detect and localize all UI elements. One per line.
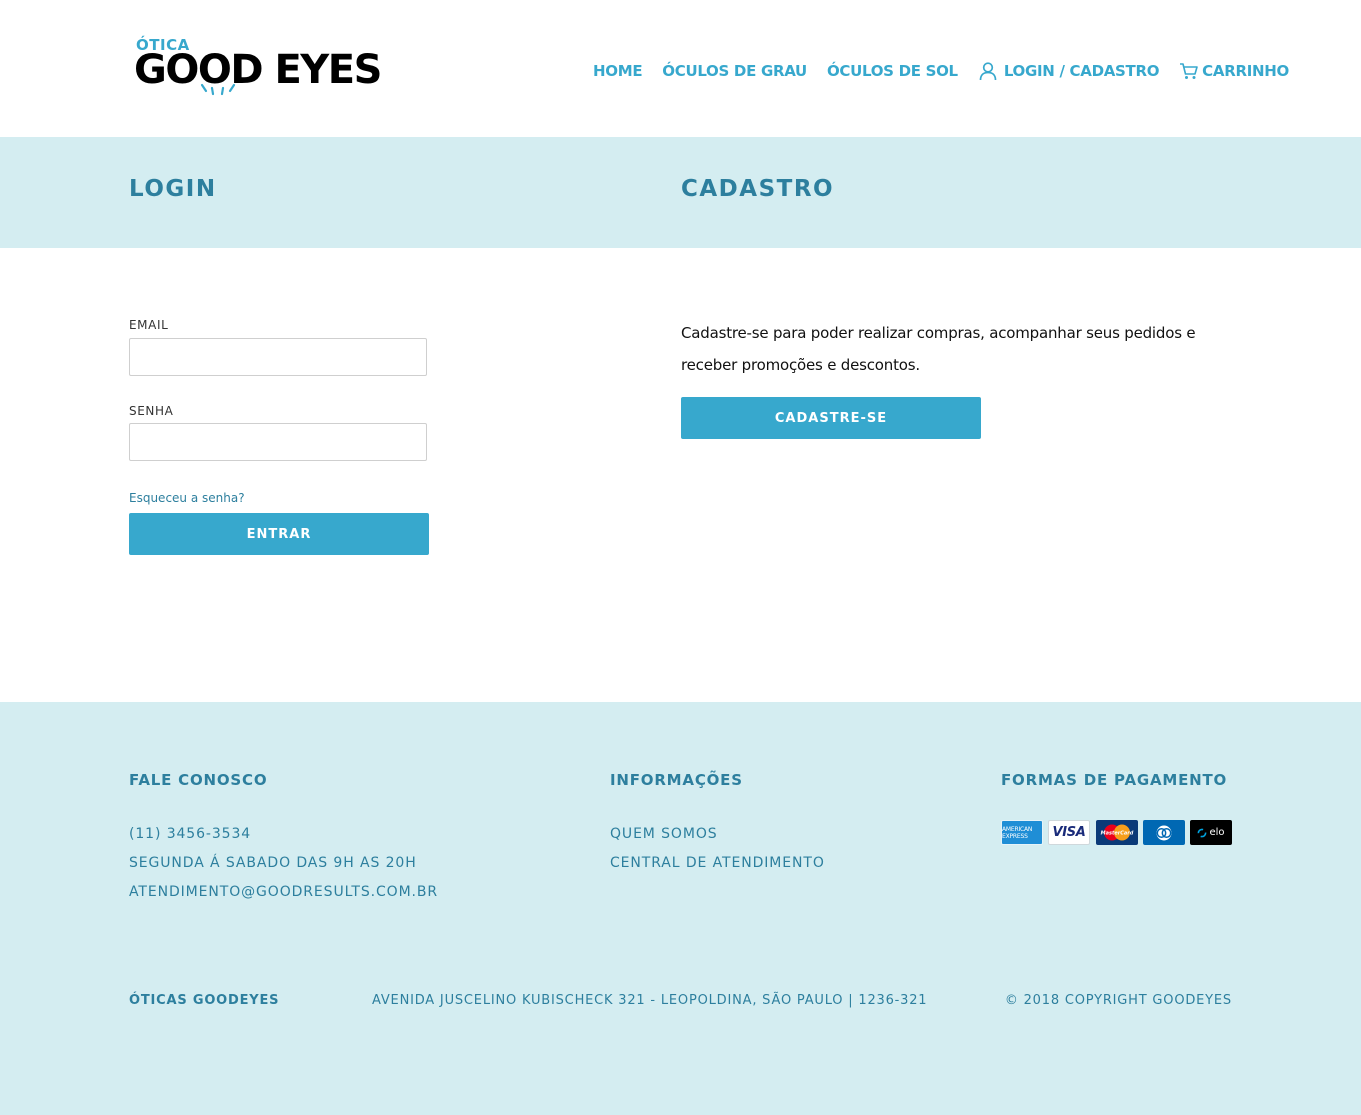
entrar-button[interactable]: ENTRAR: [129, 513, 429, 555]
cadastre-se-button[interactable]: CADASTRE-SE: [681, 397, 981, 439]
main-nav: HOME ÓCULOS DE GRAU ÓCULOS DE SOL LOGIN …: [593, 60, 1289, 82]
footer-copyright: © 2018 COPYRIGHT GOODEYES: [1004, 993, 1232, 1008]
diners-logo-icon: [1156, 825, 1172, 840]
nav-oculos-de-grau[interactable]: ÓCULOS DE GRAU: [662, 62, 807, 80]
footer-hours: SEGUNDA Á SABADO DAS 9H AS 20H: [129, 855, 417, 871]
nav-carrinho[interactable]: CARRINHO: [1179, 61, 1289, 81]
logo[interactable]: GOOD EYES: [134, 48, 382, 92]
email-field[interactable]: [129, 338, 427, 376]
password-label: SENHA: [129, 404, 174, 418]
cart-icon: [1180, 63, 1198, 79]
nav-login-cadastro-label: LOGIN / CADASTRO: [1003, 62, 1160, 80]
footer-email-link[interactable]: ATENDIMENTO@GOODRESULTS.COM.BR: [129, 884, 438, 900]
footer-phone: (11) 3456-3534: [129, 826, 252, 842]
site-footer: [0, 702, 1361, 1115]
login-title: LOGIN: [129, 176, 217, 202]
forgot-password-link[interactable]: Esqueceu a senha?: [129, 491, 245, 505]
mastercard-icon: MasterCard: [1096, 820, 1138, 845]
footer-link-central-atendimento[interactable]: CENTRAL DE ATENDIMENTO: [610, 855, 825, 871]
footer-company: ÓTICAS GOODEYES: [129, 993, 280, 1008]
diners-icon: [1143, 820, 1185, 845]
footer-address: AVENIDA JUSCELINO KUBISCHECK 321 - LEOPO…: [372, 993, 928, 1008]
elo-icon: elo: [1190, 820, 1232, 845]
register-description: Cadastre-se para poder realizar compras,…: [681, 324, 1196, 374]
american-express-icon: AMERICAN EXPRESS: [1001, 820, 1043, 845]
footer-info-title: INFORMAÇÕES: [610, 771, 743, 789]
cadastro-title: CADASTRO: [681, 176, 835, 202]
footer-contact-title: FALE CONOSCO: [129, 771, 268, 789]
password-field[interactable]: [129, 423, 427, 461]
mastercard-circles-icon: MasterCard: [1101, 824, 1134, 841]
email-label: EMAIL: [129, 318, 169, 332]
nav-carrinho-label: CARRINHO: [1202, 62, 1289, 80]
visa-label: VISA: [1052, 825, 1086, 840]
elo-ring-icon: [1198, 828, 1207, 837]
mastercard-label: MasterCard: [1101, 831, 1134, 837]
site-header: ÓTICA GOOD EYES HOME ÓCULOS DE GRAU ÓCUL…: [0, 0, 1361, 137]
footer-payment-title: FORMAS DE PAGAMENTO: [1001, 771, 1228, 789]
logo-rays-icon: [200, 83, 236, 96]
nav-home[interactable]: HOME: [593, 62, 643, 80]
american-express-label: AMERICAN EXPRESS: [1002, 825, 1033, 840]
nav-oculos-de-sol[interactable]: ÓCULOS DE SOL: [827, 62, 958, 80]
visa-icon: VISA: [1048, 820, 1090, 845]
elo-label: elo: [1209, 827, 1225, 838]
user-icon: [979, 62, 997, 81]
footer-link-quem-somos[interactable]: QUEM SOMOS: [610, 826, 718, 842]
nav-login-cadastro[interactable]: LOGIN / CADASTRO: [978, 61, 1159, 81]
